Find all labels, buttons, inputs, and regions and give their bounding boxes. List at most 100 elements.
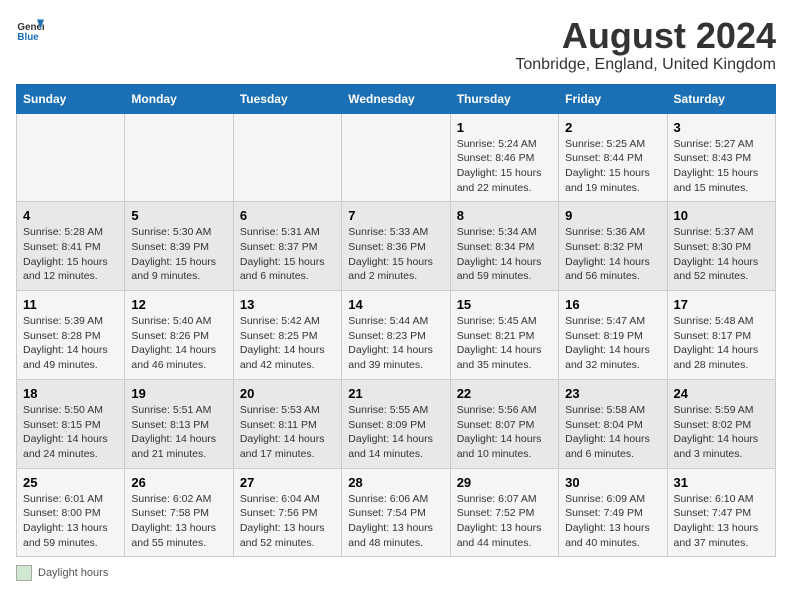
day-info: Sunrise: 5:45 AMSunset: 8:21 PMDaylight:… — [457, 314, 552, 373]
day-info: Sunrise: 6:09 AMSunset: 7:49 PMDaylight:… — [565, 492, 660, 551]
col-saturday: Saturday — [667, 84, 775, 113]
table-row: 3Sunrise: 5:27 AMSunset: 8:43 PMDaylight… — [667, 113, 775, 202]
table-row: 14 Sunrise: 5:44 AMSunset: 8:23 PMDayligh… — [342, 291, 450, 380]
table-row: 30 Sunrise: 6:09 AMSunset: 7:49 PMDayligh… — [559, 468, 667, 557]
day-info: Sunrise: 5:58 AMSunset: 8:04 PMDaylight:… — [565, 403, 660, 462]
col-monday: Monday — [125, 84, 233, 113]
day-info: Sunrise: 5:51 AMSunset: 8:13 PMDaylight:… — [131, 403, 226, 462]
day-info: Sunrise: 5:42 AMSunset: 8:25 PMDaylight:… — [240, 314, 335, 373]
table-row: 15 Sunrise: 5:45 AMSunset: 8:21 PMDayligh… — [450, 291, 558, 380]
table-row: 12Sunrise: 5:40 AMSunset: 8:26 PMDayligh… — [125, 291, 233, 380]
day-number: 8 — [457, 208, 552, 223]
day-info: Sunrise: 5:55 AMSunset: 8:09 PMDaylight:… — [348, 403, 443, 462]
day-number: 7 — [348, 208, 443, 223]
table-row: 17Sunrise: 5:48 AMSunset: 8:17 PMDayligh… — [667, 291, 775, 380]
col-tuesday: Tuesday — [233, 84, 341, 113]
day-number: 2 — [565, 120, 660, 135]
table-row: 13 Sunrise: 5:42 AMSunset: 8:25 PMDayligh… — [233, 291, 341, 380]
table-row — [17, 113, 125, 202]
day-number: 30 — [565, 475, 660, 490]
day-number: 20 — [240, 386, 335, 401]
table-row: 28 Sunrise: 6:06 AMSunset: 7:54 PMDayligh… — [342, 468, 450, 557]
day-info: Sunrise: 6:10 AMSunset: 7:47 PMDaylight:… — [674, 492, 769, 551]
day-info: Sunrise: 5:37 AMSunset: 8:30 PMDaylight:… — [674, 225, 769, 284]
table-row: 31 Sunrise: 6:10 AMSunset: 7:47 PMDayligh… — [667, 468, 775, 557]
col-wednesday: Wednesday — [342, 84, 450, 113]
day-info: Sunrise: 5:31 AMSunset: 8:37 PMDaylight:… — [240, 225, 335, 284]
day-info: Sunrise: 6:04 AMSunset: 7:56 PMDaylight:… — [240, 492, 335, 551]
day-number: 16 — [565, 297, 660, 312]
day-number: 17 — [674, 297, 769, 312]
day-info: Sunrise: 5:50 AMSunset: 8:15 PMDaylight:… — [23, 403, 118, 462]
day-info: Sunrise: 5:44 AMSunset: 8:23 PMDaylight:… — [348, 314, 443, 373]
day-info: Sunrise: 5:34 AMSunset: 8:34 PMDaylight:… — [457, 225, 552, 284]
day-info: Sunrise: 5:28 AMSunset: 8:41 PMDaylight:… — [23, 225, 118, 284]
day-info: Sunrise: 6:01 AMSunset: 8:00 PMDaylight:… — [23, 492, 118, 551]
day-number: 24 — [674, 386, 769, 401]
day-number: 4 — [23, 208, 118, 223]
logo-icon: General Blue — [16, 16, 44, 44]
day-info: Sunrise: 6:02 AMSunset: 7:58 PMDaylight:… — [131, 492, 226, 551]
table-row — [342, 113, 450, 202]
day-number: 27 — [240, 475, 335, 490]
table-row: 20 Sunrise: 5:53 AMSunset: 8:11 PMDayligh… — [233, 379, 341, 468]
day-info: Sunrise: 6:07 AMSunset: 7:52 PMDaylight:… — [457, 492, 552, 551]
table-row: 6 Sunrise: 5:31 AMSunset: 8:37 PMDaylight… — [233, 202, 341, 291]
day-number: 29 — [457, 475, 552, 490]
table-row: 5 Sunrise: 5:30 AMSunset: 8:39 PMDaylight… — [125, 202, 233, 291]
main-title: August 2024 — [515, 16, 776, 56]
table-row: 29 Sunrise: 6:07 AMSunset: 7:52 PMDayligh… — [450, 468, 558, 557]
table-row: 23 Sunrise: 5:58 AMSunset: 8:04 PMDayligh… — [559, 379, 667, 468]
legend-box — [16, 565, 32, 581]
table-row: 1 Sunrise: 5:24 AMSunset: 8:46 PMDaylight… — [450, 113, 558, 202]
day-number: 31 — [674, 475, 769, 490]
calendar-table: Sunday Monday Tuesday Wednesday Thursday… — [16, 84, 776, 558]
day-info: Sunrise: 5:33 AMSunset: 8:36 PMDaylight:… — [348, 225, 443, 284]
day-number: 28 — [348, 475, 443, 490]
page-header: General Blue August 2024 Tonbridge, Engl… — [16, 16, 776, 74]
table-row: 25 Sunrise: 6:01 AMSunset: 8:00 PMDayligh… — [17, 468, 125, 557]
table-row: 21 Sunrise: 5:55 AMSunset: 8:09 PMDayligh… — [342, 379, 450, 468]
col-friday: Friday — [559, 84, 667, 113]
day-number: 5 — [131, 208, 226, 223]
day-number: 22 — [457, 386, 552, 401]
subtitle: Tonbridge, England, United Kingdom — [515, 56, 776, 74]
table-row: 11Sunrise: 5:39 AMSunset: 8:28 PMDayligh… — [17, 291, 125, 380]
col-sunday: Sunday — [17, 84, 125, 113]
table-row — [125, 113, 233, 202]
table-row: 16Sunrise: 5:47 AMSunset: 8:19 PMDayligh… — [559, 291, 667, 380]
table-row: 19Sunrise: 5:51 AMSunset: 8:13 PMDayligh… — [125, 379, 233, 468]
day-number: 6 — [240, 208, 335, 223]
day-number: 25 — [23, 475, 118, 490]
day-info: Sunrise: 5:24 AMSunset: 8:46 PMDaylight:… — [457, 137, 552, 196]
title-area: August 2024 Tonbridge, England, United K… — [515, 16, 776, 74]
legend: Daylight hours — [16, 565, 776, 581]
day-number: 15 — [457, 297, 552, 312]
day-number: 1 — [457, 120, 552, 135]
day-info: Sunrise: 5:56 AMSunset: 8:07 PMDaylight:… — [457, 403, 552, 462]
day-number: 10 — [674, 208, 769, 223]
svg-text:Blue: Blue — [17, 32, 39, 43]
day-info: Sunrise: 5:39 AMSunset: 8:28 PMDaylight:… — [23, 314, 118, 373]
day-number: 23 — [565, 386, 660, 401]
day-info: Sunrise: 5:40 AMSunset: 8:26 PMDaylight:… — [131, 314, 226, 373]
day-number: 14 — [348, 297, 443, 312]
day-number: 3 — [674, 120, 769, 135]
calendar-body: 1 Sunrise: 5:24 AMSunset: 8:46 PMDaylight… — [17, 113, 776, 557]
table-row: 10 Sunrise: 5:37 AMSunset: 8:30 PMDayligh… — [667, 202, 775, 291]
day-info: Sunrise: 5:25 AMSunset: 8:44 PMDaylight:… — [565, 137, 660, 196]
table-row — [233, 113, 341, 202]
table-row: 7 Sunrise: 5:33 AMSunset: 8:36 PMDaylight… — [342, 202, 450, 291]
col-thursday: Thursday — [450, 84, 558, 113]
table-row: 18 Sunrise: 5:50 AMSunset: 8:15 PMDayligh… — [17, 379, 125, 468]
day-info: Sunrise: 5:53 AMSunset: 8:11 PMDaylight:… — [240, 403, 335, 462]
day-info: Sunrise: 5:30 AMSunset: 8:39 PMDaylight:… — [131, 225, 226, 284]
table-row: 4 Sunrise: 5:28 AMSunset: 8:41 PMDaylight… — [17, 202, 125, 291]
day-number: 21 — [348, 386, 443, 401]
day-number: 13 — [240, 297, 335, 312]
day-info: Sunrise: 6:06 AMSunset: 7:54 PMDaylight:… — [348, 492, 443, 551]
table-row: 9Sunrise: 5:36 AMSunset: 8:32 PMDaylight… — [559, 202, 667, 291]
day-number: 18 — [23, 386, 118, 401]
table-row: 22 Sunrise: 5:56 AMSunset: 8:07 PMDayligh… — [450, 379, 558, 468]
table-row: 26Sunrise: 6:02 AMSunset: 7:58 PMDayligh… — [125, 468, 233, 557]
